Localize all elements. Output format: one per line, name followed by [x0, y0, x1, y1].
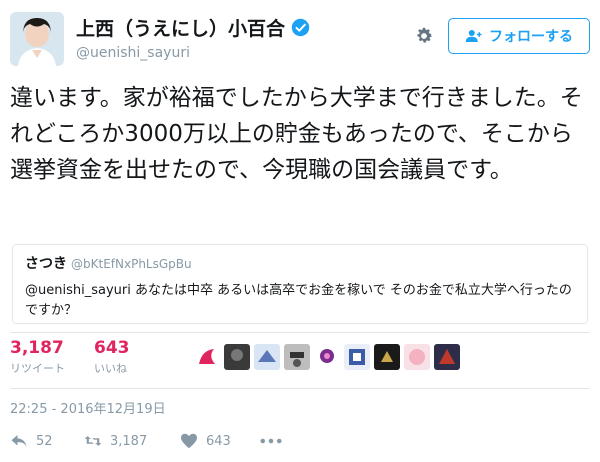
tweet-actions: 52 3,187 643	[10, 430, 590, 452]
retweet-stat[interactable]: 3,187 リツイート	[10, 338, 65, 376]
liker-avatar[interactable]	[434, 344, 460, 370]
liker-avatar[interactable]	[224, 344, 250, 370]
quote-author: さつき @bKtEfNxPhLsGpBu	[25, 253, 575, 273]
display-name[interactable]: 上西（うえにし）小百合	[76, 14, 285, 41]
retweet-stat-count: 3,187	[10, 338, 64, 358]
liker-avatar[interactable]	[344, 344, 370, 370]
retweet-button[interactable]: 3,187	[84, 433, 180, 449]
liker-avatar[interactable]	[194, 344, 220, 370]
tweet-timestamp[interactable]: 22:25 - 2016年12月19日	[10, 398, 166, 417]
follow-person-icon	[465, 30, 482, 42]
quoted-tweet[interactable]: さつき @bKtEfNxPhLsGpBu @uenishi_sayuri あなたは…	[12, 244, 588, 324]
tweet-header: 上西（うえにし）小百合 @uenishi_sayuri フォローする	[10, 12, 590, 72]
retweet-icon	[84, 436, 102, 446]
liker-avatar[interactable]	[404, 344, 430, 370]
like-stat-count: 643	[94, 338, 130, 358]
retweet-stat-label: リツイート	[10, 362, 65, 375]
quote-text: @uenishi_sayuri あなたは中卒 あるいは高卒でお金を稼いで そのお…	[25, 283, 572, 318]
follow-button[interactable]: フォローする	[448, 18, 590, 54]
more-icon	[260, 438, 282, 444]
like-count: 643	[206, 433, 231, 449]
quote-handle: @bKtEfNxPhLsGpBu	[71, 257, 192, 271]
heart-icon	[181, 433, 197, 449]
like-button[interactable]: 643	[180, 433, 260, 449]
liker-avatars	[194, 344, 460, 370]
liker-avatar[interactable]	[254, 344, 280, 370]
divider	[10, 332, 590, 333]
liker-avatar[interactable]	[314, 344, 340, 370]
like-stat[interactable]: 643 いいね	[94, 338, 130, 376]
more-button[interactable]	[260, 438, 282, 444]
tweet-stats: 3,187 リツイート 643 いいね	[10, 338, 590, 382]
retweet-count: 3,187	[110, 433, 148, 449]
user-handle[interactable]: @uenishi_sayuri	[76, 45, 310, 61]
name-block: 上西（うえにし）小百合 @uenishi_sayuri	[76, 14, 310, 61]
tweet-text: 違います。家が裕福でしたから大学まで行きました。それどころか3000万以上の貯金…	[10, 85, 583, 183]
reply-icon	[11, 435, 27, 447]
reply-button[interactable]: 52	[10, 433, 84, 449]
reply-count: 52	[36, 433, 53, 449]
divider	[10, 388, 590, 389]
quote-name: さつき	[25, 256, 67, 272]
display-name-row: 上西（うえにし）小百合	[76, 14, 310, 41]
follow-button-label: フォローする	[489, 29, 573, 45]
avatar[interactable]	[10, 12, 64, 66]
gear-icon[interactable]	[414, 26, 434, 46]
liker-avatar[interactable]	[284, 344, 310, 370]
verified-badge-icon	[291, 18, 310, 37]
like-stat-label: いいね	[94, 362, 127, 375]
liker-avatar[interactable]	[374, 344, 400, 370]
